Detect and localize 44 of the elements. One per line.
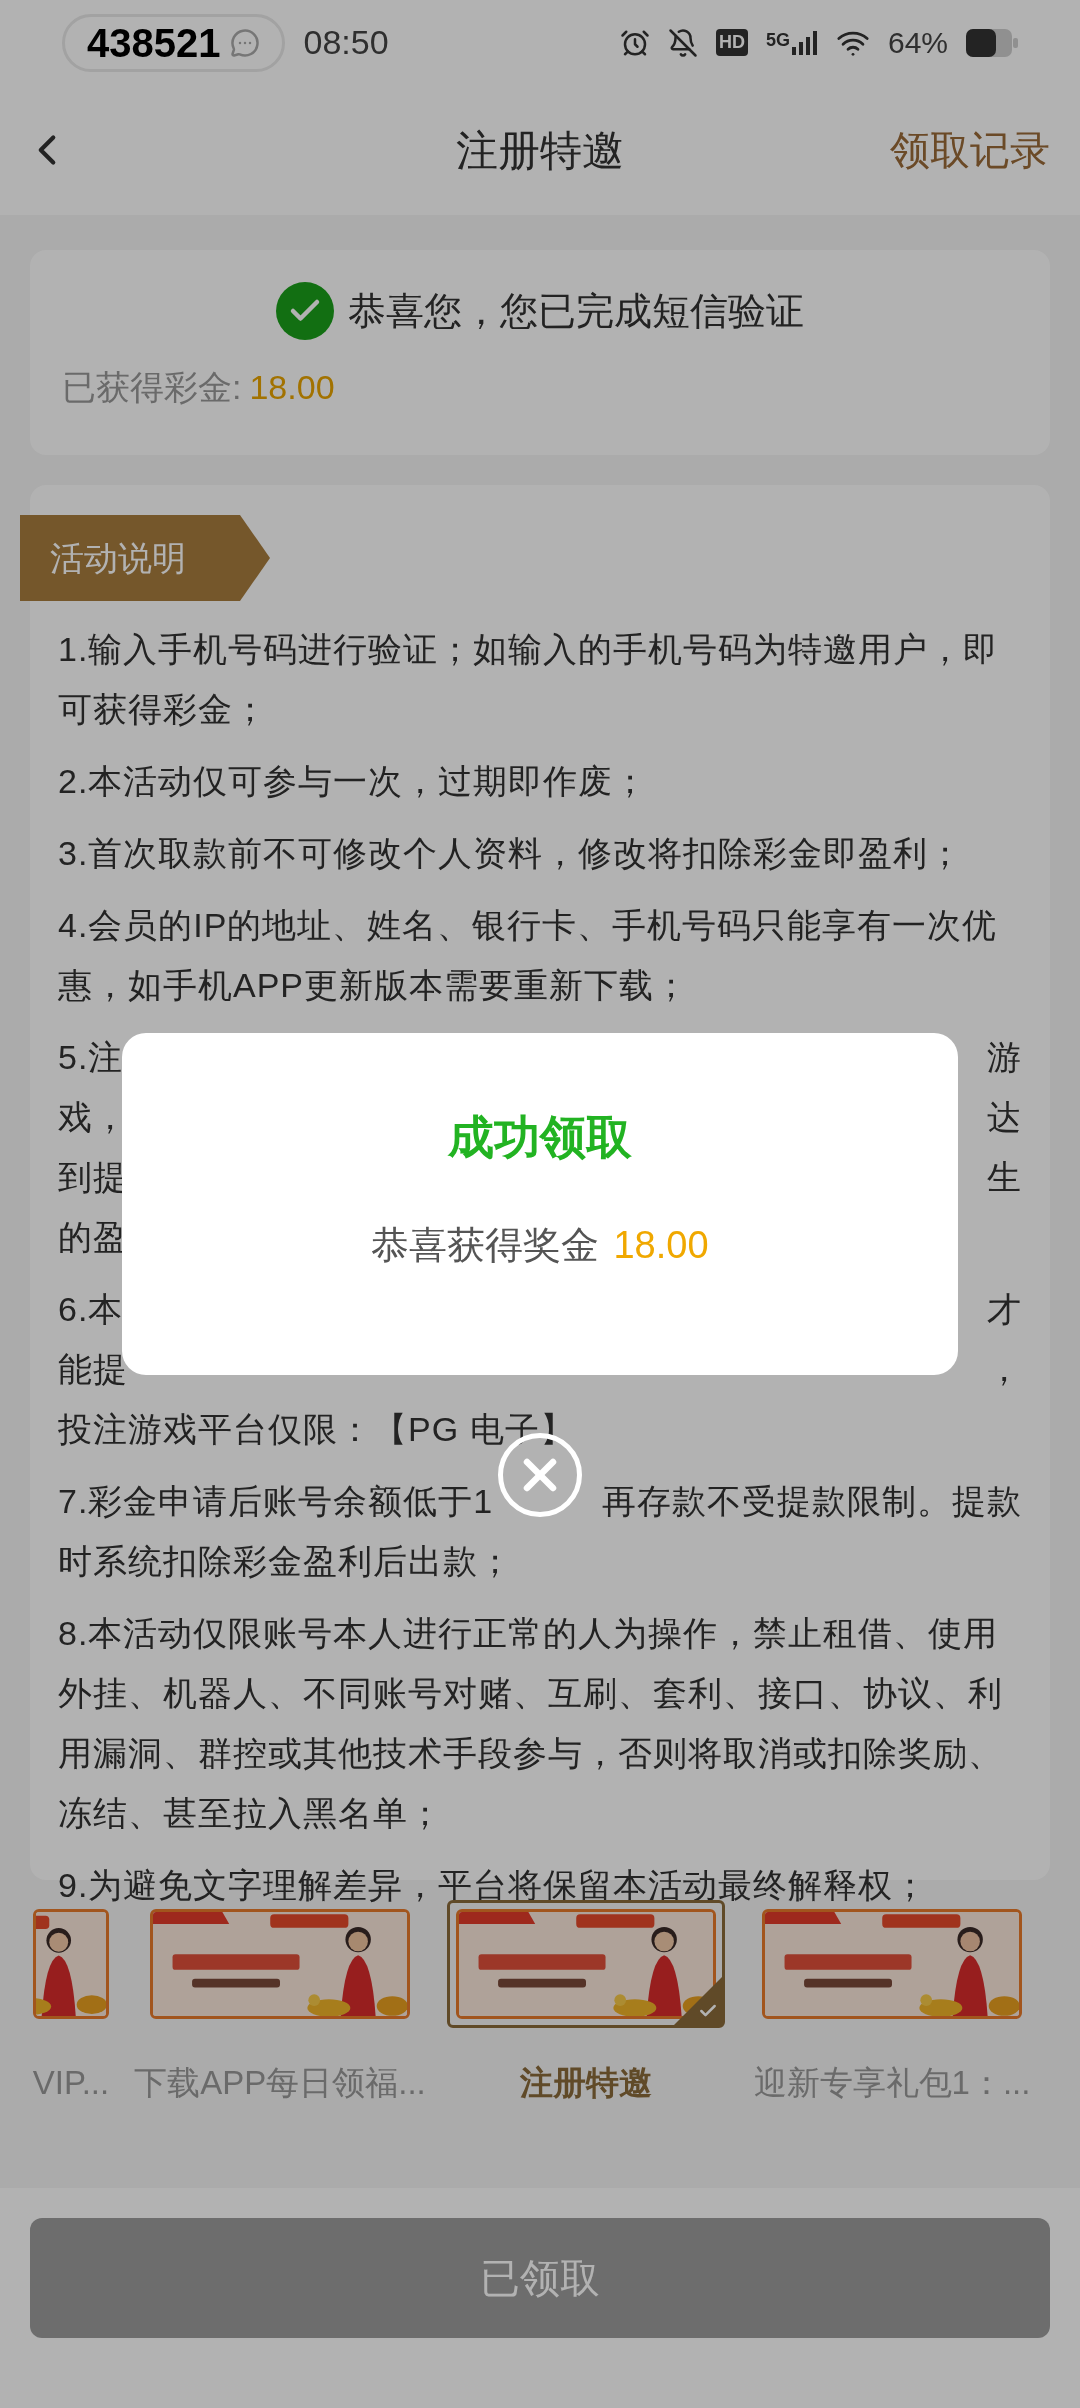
clock: 08:50	[303, 22, 389, 63]
dialog-message: 恭喜获得奖金	[371, 1223, 600, 1268]
promo-label[interactable]: VIP...	[32, 2058, 110, 2108]
rule-text: 7.彩金申请后账号余额低于1	[58, 1481, 494, 1522]
rule-text: 生	[987, 1157, 1022, 1198]
earned-label: 已获得彩金:	[62, 367, 242, 408]
rule-text: 能提	[58, 1349, 128, 1390]
promo-label[interactable]: 下载APP每日领福...	[134, 2058, 426, 2108]
rule-text: 4.会员的IP的地址、姓名、银行卡、手机号码只能享有一次优惠，如手机APP更新版本需要重新下载；	[58, 905, 999, 1006]
rule-text: 6.本	[58, 1289, 124, 1330]
battery-icon	[966, 28, 1018, 57]
records-link[interactable]: 领取记录	[890, 120, 1050, 180]
promo-label[interactable]: 注册特邀	[520, 2058, 652, 2108]
rule-text: 到提	[58, 1157, 128, 1198]
rule-text: 游	[987, 1037, 1022, 1078]
promo-label[interactable]: 迎新专享礼包1：...	[753, 2058, 1031, 2108]
battery-percent: 64%	[887, 25, 948, 61]
rule-text: 戏，	[58, 1097, 128, 1138]
rule-text: 2.本活动仅可参与一次，过期即作废；	[58, 761, 650, 802]
page-title: 注册特邀	[456, 125, 624, 176]
alarm-icon	[619, 27, 650, 58]
rule-text: 3.首次取款前不可修改个人资料，修改将扣除彩金即盈利；	[58, 833, 965, 874]
rule-text: 1.输入手机号码进行验证；如输入的手机号码为特邀用户，即可获得彩金；	[58, 629, 1000, 730]
earned-amount: 18.00	[249, 367, 335, 408]
chat-icon	[230, 27, 261, 58]
success-icon	[276, 282, 334, 340]
dialog-amount: 18.00	[613, 1223, 709, 1268]
network-type: 5G	[765, 30, 790, 49]
mute-icon	[667, 27, 698, 58]
section-tag: 活动说明	[20, 515, 270, 601]
rule-text: 的盈	[58, 1217, 128, 1258]
rule-text: 才	[987, 1289, 1022, 1330]
verify-message: 恭喜您，您已完成短信验证	[348, 288, 804, 334]
signal-icon	[791, 30, 818, 55]
hd-indicator: HD	[715, 29, 748, 56]
rule-text: 再存款不受提款限制。提款	[602, 1481, 1022, 1522]
rule-text: 5.注	[58, 1037, 124, 1078]
rule-text: 9.为避免文字理解差异，平台将保留本活动最终解释权；	[58, 1865, 930, 1906]
rule-text: 达	[987, 1097, 1022, 1138]
rule-text: 时系统扣除彩金盈利后出款；	[58, 1541, 513, 1582]
call-badge[interactable]: 438521	[62, 13, 286, 72]
dialog-title: 成功领取	[448, 1110, 632, 1165]
rule-text: ，	[987, 1349, 1022, 1390]
rule-text: 8.本活动仅限账号本人进行正常的人为操作，禁止租借、使用外挂、机器人、不同账号对赌、互刷、套利、接口、协议、利用漏洞、群控或其他技术手段参与，否则将取消或扣除奖励、冻结、甚至拉入黑名单；	[58, 1613, 1004, 1834]
